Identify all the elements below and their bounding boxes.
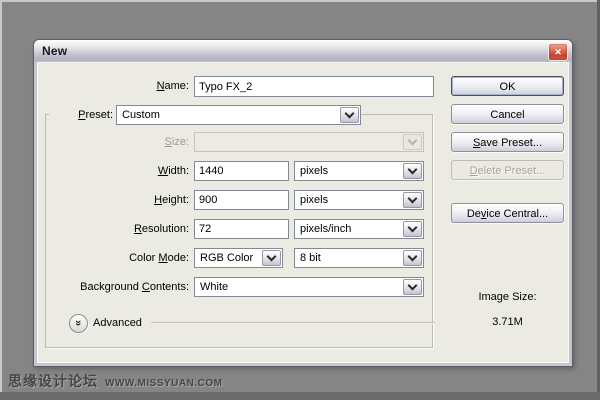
watermark: 思缘设计论坛 WWW.MISSYUAN.COM: [8, 371, 222, 391]
color-mode-dropdown-button[interactable]: [262, 250, 281, 266]
height-unit-dropdown-button[interactable]: [403, 192, 422, 208]
color-mode-label: Color Mode:: [61, 252, 189, 264]
size-label: Size:: [61, 136, 189, 148]
watermark-site-url: WWW.MISSYUAN.COM: [105, 378, 222, 389]
chevron-down-icon: [408, 194, 418, 204]
close-button[interactable]: ✕: [548, 43, 568, 61]
width-label: Width:: [61, 165, 189, 177]
delete-preset-button: Delete Preset...: [451, 160, 564, 180]
ok-button[interactable]: OK: [451, 76, 564, 96]
new-document-dialog: New ✕ Name: Preset: Custom Size:: [33, 39, 573, 367]
background-contents-dropdown-button[interactable]: [403, 279, 422, 295]
chevron-down-icon: [408, 136, 418, 146]
resolution-unit-dropdown-button[interactable]: [403, 221, 422, 237]
dialog-content: Name: Preset: Custom Size: Width: pixels: [37, 62, 569, 363]
height-label: Height:: [61, 194, 189, 206]
chevron-down-icon: [267, 252, 277, 262]
background-contents-select[interactable]: White: [194, 277, 424, 297]
bit-depth-dropdown-button[interactable]: [403, 250, 422, 266]
chevron-down-icon: [408, 252, 418, 262]
device-central-button[interactable]: Device Central...: [451, 203, 564, 223]
watermark-site-name: 思缘设计论坛: [8, 371, 98, 391]
width-field[interactable]: [194, 161, 289, 181]
bit-depth-select[interactable]: 8 bit: [294, 248, 424, 268]
chevron-down-icon: [408, 223, 418, 233]
image-size-label: Image Size:: [451, 291, 564, 303]
image-size-info: Image Size: 3.71M: [451, 291, 564, 328]
width-unit-select[interactable]: pixels: [294, 161, 424, 181]
screen-edge-top: [0, 0, 600, 2]
advanced-divider: [151, 322, 435, 324]
resolution-field[interactable]: [194, 219, 289, 239]
name-field[interactable]: [194, 76, 434, 97]
background-contents-label: Background Contents:: [47, 281, 189, 293]
size-dropdown-button: [403, 134, 422, 150]
height-field[interactable]: [194, 190, 289, 210]
advanced-label: Advanced: [93, 317, 142, 329]
color-mode-select[interactable]: RGB Color: [194, 248, 283, 268]
chevron-down-icon: [408, 281, 418, 291]
resolution-label: Resolution:: [61, 223, 189, 235]
chevron-down-icon: [408, 165, 418, 175]
image-size-value: 3.71M: [451, 316, 564, 328]
screen-edge-left: [0, 0, 2, 400]
dialog-title: New: [34, 44, 67, 58]
double-chevron-down-icon: »: [73, 320, 85, 326]
preset-dropdown-button[interactable]: [340, 107, 359, 123]
resolution-unit-select[interactable]: pixels/inch: [294, 219, 424, 239]
height-unit-select[interactable]: pixels: [294, 190, 424, 210]
screen-edge-bottom: [0, 392, 600, 400]
chevron-down-icon: [345, 109, 355, 119]
save-preset-button[interactable]: Save Preset...: [451, 132, 564, 152]
width-unit-dropdown-button[interactable]: [403, 163, 422, 179]
cancel-button[interactable]: Cancel: [451, 104, 564, 124]
preset-select[interactable]: Custom: [116, 105, 361, 125]
advanced-expand-button[interactable]: »: [69, 314, 88, 333]
dialog-titlebar[interactable]: New ✕: [34, 40, 572, 62]
close-icon: ✕: [554, 47, 562, 58]
desktop-background: New ✕ Name: Preset: Custom Size:: [0, 0, 600, 400]
preset-label: Preset:: [49, 109, 117, 121]
size-select: [194, 132, 424, 152]
name-label: Name:: [61, 80, 189, 92]
